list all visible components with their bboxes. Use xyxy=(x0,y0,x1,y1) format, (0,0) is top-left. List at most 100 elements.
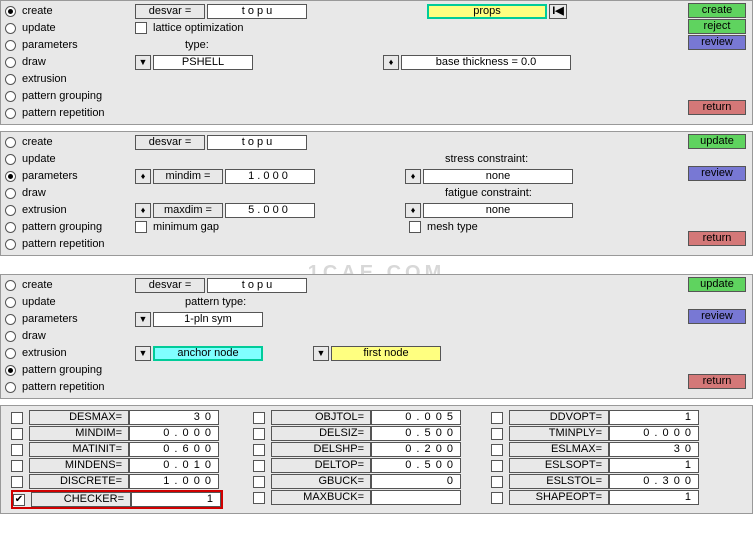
mindim-input[interactable]: 1 . 0 0 0 xyxy=(225,169,315,184)
opt-pattern-grouping3[interactable]: pattern grouping xyxy=(5,364,135,376)
option-value[interactable]: 0 . 5 0 0 xyxy=(371,458,461,473)
option-value[interactable]: 1 xyxy=(609,410,699,425)
opt-pattern-grouping2[interactable]: pattern grouping xyxy=(5,221,135,233)
option-value[interactable]: 0 . 0 0 0 xyxy=(609,426,699,441)
option-label: DELSIZ= xyxy=(271,426,371,441)
option-value[interactable]: 3 0 xyxy=(609,442,699,457)
opt-draw[interactable]: draw xyxy=(5,56,135,68)
fatigue-value[interactable]: none xyxy=(423,203,573,218)
review-button2[interactable]: review xyxy=(688,166,746,181)
desvar2-btn[interactable]: desvar = xyxy=(135,135,205,150)
opt-create2[interactable]: create xyxy=(5,136,135,148)
review-button3[interactable]: review xyxy=(688,309,746,324)
maxdim-input[interactable]: 5 . 0 0 0 xyxy=(225,203,315,218)
option-value[interactable]: 0 . 0 0 0 xyxy=(129,426,219,441)
type-dropdown-icon[interactable]: ▼ xyxy=(135,55,151,70)
option-value[interactable]: 3 0 xyxy=(129,410,219,425)
option-checkbox[interactable] xyxy=(253,460,265,472)
reject-button[interactable]: reject xyxy=(688,19,746,34)
return-button[interactable]: return xyxy=(688,100,746,115)
opt-draw3[interactable]: draw xyxy=(5,330,135,342)
opt-update3[interactable]: update xyxy=(5,296,135,308)
maxdim-btn[interactable]: maxdim = xyxy=(153,203,223,218)
option-value[interactable]: 0 . 0 0 5 xyxy=(371,410,461,425)
option-checkbox[interactable] xyxy=(11,460,23,472)
option-value[interactable]: 0 . 5 0 0 xyxy=(371,426,461,441)
option-value[interactable]: 0 . 3 0 0 xyxy=(609,474,699,489)
anchor-dropdown-icon[interactable]: ▼ xyxy=(135,346,151,361)
opt-pattern-repetition2[interactable]: pattern repetition xyxy=(5,238,135,250)
base-thickness[interactable]: base thickness = 0.0 xyxy=(401,55,571,70)
review-button[interactable]: review xyxy=(688,35,746,50)
return-button2[interactable]: return xyxy=(688,231,746,246)
option-value[interactable]: 0 xyxy=(371,474,461,489)
opt-extrusion3[interactable]: extrusion xyxy=(5,347,135,359)
option-value[interactable]: 1 xyxy=(609,458,699,473)
opt-parameters3[interactable]: parameters xyxy=(5,313,135,325)
opt-pattern-repetition[interactable]: pattern repetition xyxy=(5,107,135,119)
option-checkbox[interactable] xyxy=(11,444,23,456)
panel-pattern-grouping: create desvar = t o p u update pattern t… xyxy=(0,274,753,399)
desvar-input[interactable]: t o p u xyxy=(207,4,307,19)
update-button3[interactable]: update xyxy=(688,277,746,292)
lattice-checkbox[interactable] xyxy=(135,22,147,34)
pattern-dropdown-icon[interactable]: ▼ xyxy=(135,312,151,327)
option-checkbox[interactable]: ✔ xyxy=(13,494,25,506)
first-dropdown-icon[interactable]: ▼ xyxy=(313,346,329,361)
option-checkbox[interactable] xyxy=(253,444,265,456)
opt-update2[interactable]: update xyxy=(5,153,135,165)
option-checkbox[interactable] xyxy=(491,460,503,472)
option-checkbox[interactable] xyxy=(253,428,265,440)
base-spin-icon[interactable]: ♦ xyxy=(383,55,399,70)
anchor-node-button[interactable]: anchor node xyxy=(153,346,263,361)
stress-spin-icon[interactable]: ♦ xyxy=(405,169,421,184)
opt-parameters[interactable]: parameters xyxy=(5,39,135,51)
option-checkbox[interactable] xyxy=(491,428,503,440)
option-value[interactable]: 1 xyxy=(131,492,221,507)
create-button[interactable]: create xyxy=(688,3,746,18)
props-button[interactable]: props xyxy=(427,4,547,19)
option-checkbox[interactable] xyxy=(11,428,23,440)
first-node-button[interactable]: first node xyxy=(331,346,441,361)
desvar3-input[interactable]: t o p u xyxy=(207,278,307,293)
option-checkbox[interactable] xyxy=(11,412,23,424)
option-checkbox[interactable] xyxy=(11,476,23,488)
option-checkbox[interactable] xyxy=(253,412,265,424)
option-checkbox[interactable] xyxy=(491,412,503,424)
option-value[interactable]: 1 xyxy=(609,490,699,505)
opt-draw2[interactable]: draw xyxy=(5,187,135,199)
update-button2[interactable]: update xyxy=(688,134,746,149)
type-value[interactable]: PSHELL xyxy=(153,55,253,70)
option-value[interactable]: 1 . 0 0 0 xyxy=(129,474,219,489)
option-checkbox[interactable] xyxy=(253,476,265,488)
option-value[interactable]: 0 . 0 1 0 xyxy=(129,458,219,473)
mindim-btn[interactable]: mindim = xyxy=(153,169,223,184)
option-value[interactable] xyxy=(371,490,461,505)
opt-create[interactable]: create xyxy=(5,5,135,17)
option-value[interactable]: 0 . 2 0 0 xyxy=(371,442,461,457)
props-toggle-icon[interactable]: I◀ xyxy=(549,4,567,19)
desvar3-btn[interactable]: desvar = xyxy=(135,278,205,293)
stress-value[interactable]: none xyxy=(423,169,573,184)
mindim-spin-icon[interactable]: ♦ xyxy=(135,169,151,184)
pattern-value[interactable]: 1-pln sym xyxy=(153,312,263,327)
return-button3[interactable]: return xyxy=(688,374,746,389)
opt-create3[interactable]: create xyxy=(5,279,135,291)
maxdim-spin-icon[interactable]: ♦ xyxy=(135,203,151,218)
fatigue-spin-icon[interactable]: ♦ xyxy=(405,203,421,218)
option-value[interactable]: 0 . 6 0 0 xyxy=(129,442,219,457)
option-checkbox[interactable] xyxy=(253,492,265,504)
meshtype-checkbox[interactable] xyxy=(409,221,421,233)
opt-parameters2[interactable]: parameters xyxy=(5,170,135,182)
option-checkbox[interactable] xyxy=(491,492,503,504)
opt-extrusion2[interactable]: extrusion xyxy=(5,204,135,216)
mingap-checkbox[interactable] xyxy=(135,221,147,233)
desvar-btn[interactable]: desvar = xyxy=(135,4,205,19)
option-checkbox[interactable] xyxy=(491,444,503,456)
desvar2-input[interactable]: t o p u xyxy=(207,135,307,150)
option-checkbox[interactable] xyxy=(491,476,503,488)
opt-extrusion[interactable]: extrusion xyxy=(5,73,135,85)
opt-pattern-grouping[interactable]: pattern grouping xyxy=(5,90,135,102)
opt-update[interactable]: update xyxy=(5,22,135,34)
opt-pattern-repetition3[interactable]: pattern repetition xyxy=(5,381,135,393)
